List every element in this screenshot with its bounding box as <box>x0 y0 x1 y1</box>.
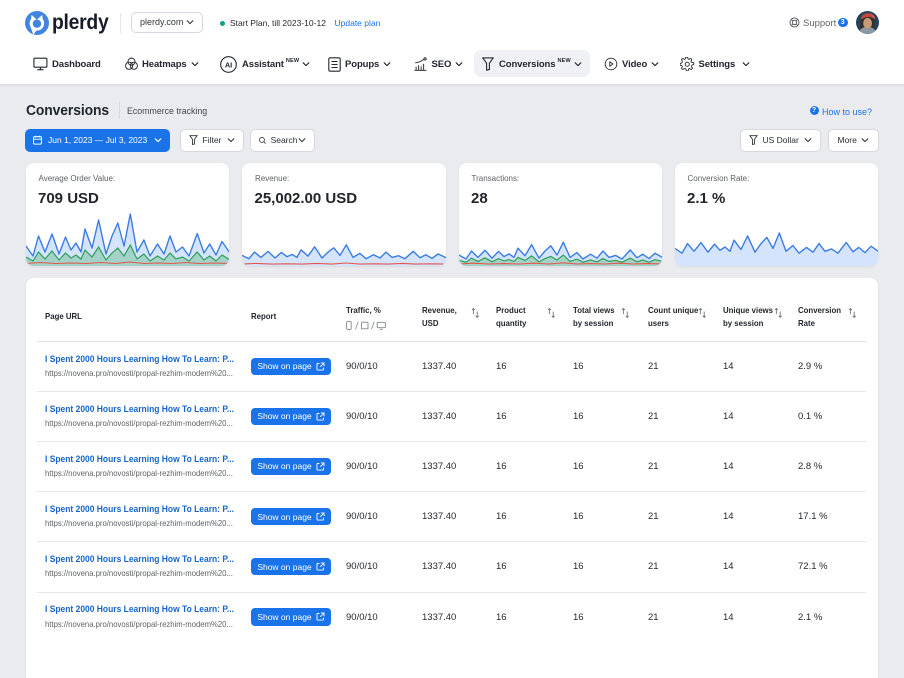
svg-text:AI: AI <box>225 60 232 69</box>
